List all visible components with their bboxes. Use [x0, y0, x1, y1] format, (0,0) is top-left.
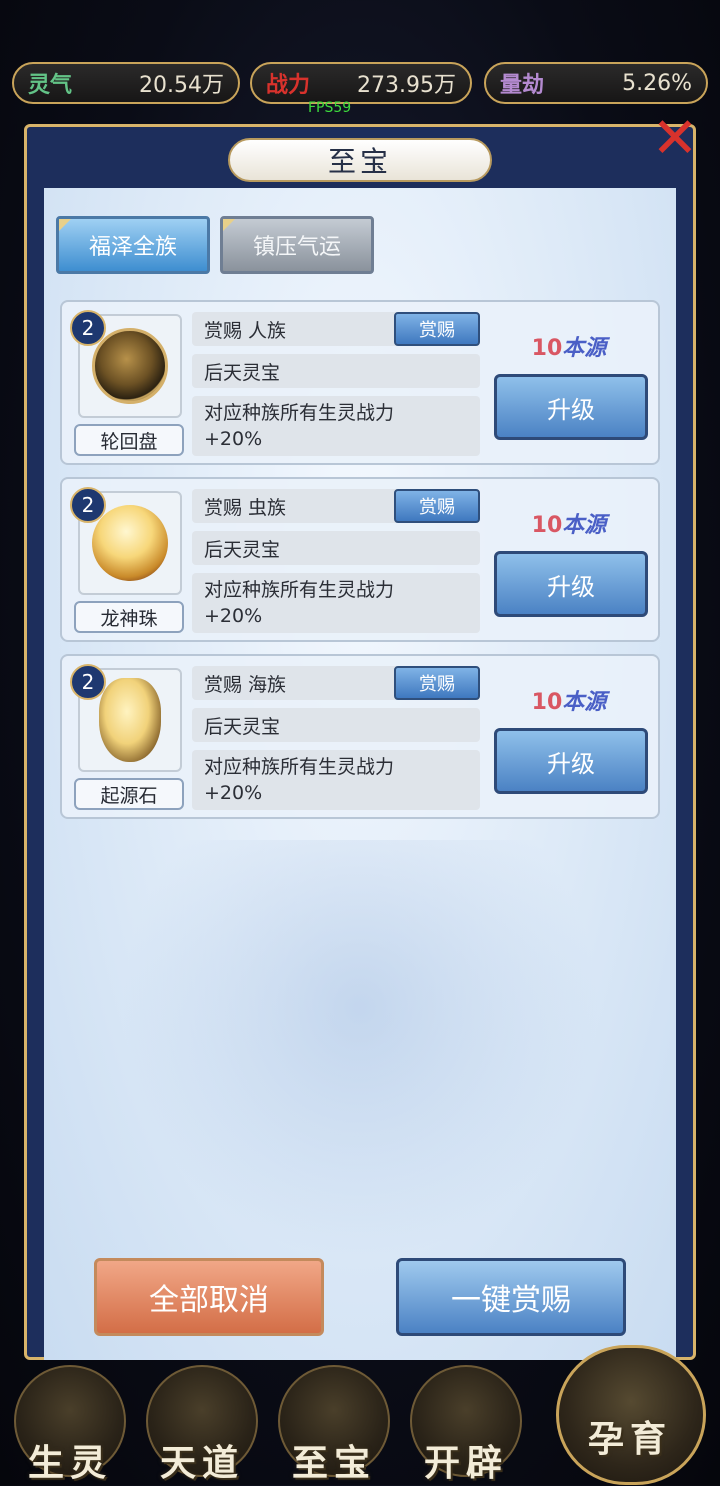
tab-fuze-quanzu[interactable]: 福泽全族: [56, 216, 210, 274]
stat-value: 273.95万: [357, 73, 456, 98]
stat-value: 20.54万: [139, 73, 224, 98]
dragon-pearl-icon: [92, 505, 168, 581]
cost-amount: 10: [531, 690, 563, 715]
tab-label: 福泽全族: [88, 235, 177, 260]
background-art: [120, 840, 600, 1260]
upgrade-cost: 10本源: [494, 684, 644, 716]
close-icon[interactable]: ✕: [648, 111, 702, 167]
item-effect: 对应种族所有生灵战力+20%: [192, 573, 480, 633]
nav-label-zhibao[interactable]: 至宝: [274, 1434, 394, 1486]
item-effect-label: 对应种族所有生灵战力+20%: [204, 756, 395, 804]
origin-stone-icon: [99, 678, 161, 762]
reward-target-label: 赏赐 虫族: [204, 496, 287, 519]
nav-label-yunyu[interactable]: 孕育: [570, 1410, 690, 1462]
stat-label: 战力: [266, 72, 311, 98]
stat-liangjie: 量劫 5.26%: [484, 62, 708, 104]
stat-zhanli: 战力 273.95万: [250, 62, 472, 104]
item-card: 2 轮回盘 赏赐 人族 赏赐 后天灵宝 对应种族所有生灵战力+20% 10本源 …: [60, 300, 660, 465]
level-badge: 2: [70, 310, 106, 346]
nav-label-shengling[interactable]: 生灵: [10, 1434, 130, 1486]
tab-zhenya-qiyun[interactable]: 镇压气运: [220, 216, 374, 274]
stat-value: 5.26%: [622, 70, 692, 96]
stat-label: 灵气: [28, 72, 73, 98]
cost-amount: 10: [531, 513, 563, 538]
tab-corner-decoration: [59, 219, 71, 231]
stat-label: 量劫: [500, 72, 545, 98]
reward-all-button[interactable]: 一键赏赐: [396, 1258, 626, 1336]
reward-target-label: 赏赐 海族: [204, 673, 287, 696]
item-name: 起源石: [74, 778, 184, 810]
nav-label-tiandao[interactable]: 天道: [142, 1434, 262, 1486]
cost-unit: 本源: [562, 512, 607, 538]
item-effect-label: 对应种族所有生灵战力+20%: [204, 579, 395, 627]
item-effect: 对应种族所有生灵战力+20%: [192, 396, 480, 456]
reward-button[interactable]: 赏赐: [394, 489, 480, 523]
wheel-disc-icon: [92, 328, 168, 404]
cost-unit: 本源: [562, 689, 607, 715]
cost-unit: 本源: [562, 335, 607, 361]
upgrade-cost: 10本源: [494, 507, 644, 539]
level-badge: 2: [70, 487, 106, 523]
reward-button[interactable]: 赏赐: [394, 666, 480, 700]
reward-button[interactable]: 赏赐: [394, 312, 480, 346]
cost-amount: 10: [531, 336, 563, 361]
tab-label: 镇压气运: [252, 235, 341, 260]
item-type-label: 后天灵宝: [204, 538, 281, 561]
item-card: 2 起源石 赏赐 海族 赏赐 后天灵宝 对应种族所有生灵战力+20% 10本源 …: [60, 654, 660, 819]
item-name: 龙神珠: [74, 601, 184, 633]
cancel-all-button[interactable]: 全部取消: [94, 1258, 324, 1336]
item-name: 轮回盘: [74, 424, 184, 456]
nav-label-kaipi[interactable]: 开辟: [406, 1434, 526, 1486]
item-type-label: 后天灵宝: [204, 715, 281, 738]
item-effect-label: 对应种族所有生灵战力+20%: [204, 402, 395, 450]
stat-lingqi: 灵气 20.54万: [12, 62, 240, 104]
fps-counter: FPS59: [308, 100, 352, 116]
item-type-label: 后天灵宝: [204, 361, 281, 384]
upgrade-cost: 10本源: [494, 330, 644, 362]
item-effect: 对应种族所有生灵战力+20%: [192, 750, 480, 810]
item-type: 后天灵宝: [192, 354, 480, 388]
level-badge: 2: [70, 664, 106, 700]
upgrade-button[interactable]: 升级: [494, 374, 648, 440]
reward-target-label: 赏赐 人族: [204, 319, 287, 342]
panel-title: 至宝: [228, 138, 492, 182]
item-type: 后天灵宝: [192, 708, 480, 742]
item-card: 2 龙神珠 赏赐 虫族 赏赐 后天灵宝 对应种族所有生灵战力+20% 10本源 …: [60, 477, 660, 642]
upgrade-button[interactable]: 升级: [494, 728, 648, 794]
upgrade-button[interactable]: 升级: [494, 551, 648, 617]
tab-corner-decoration: [223, 219, 235, 231]
item-type: 后天灵宝: [192, 531, 480, 565]
